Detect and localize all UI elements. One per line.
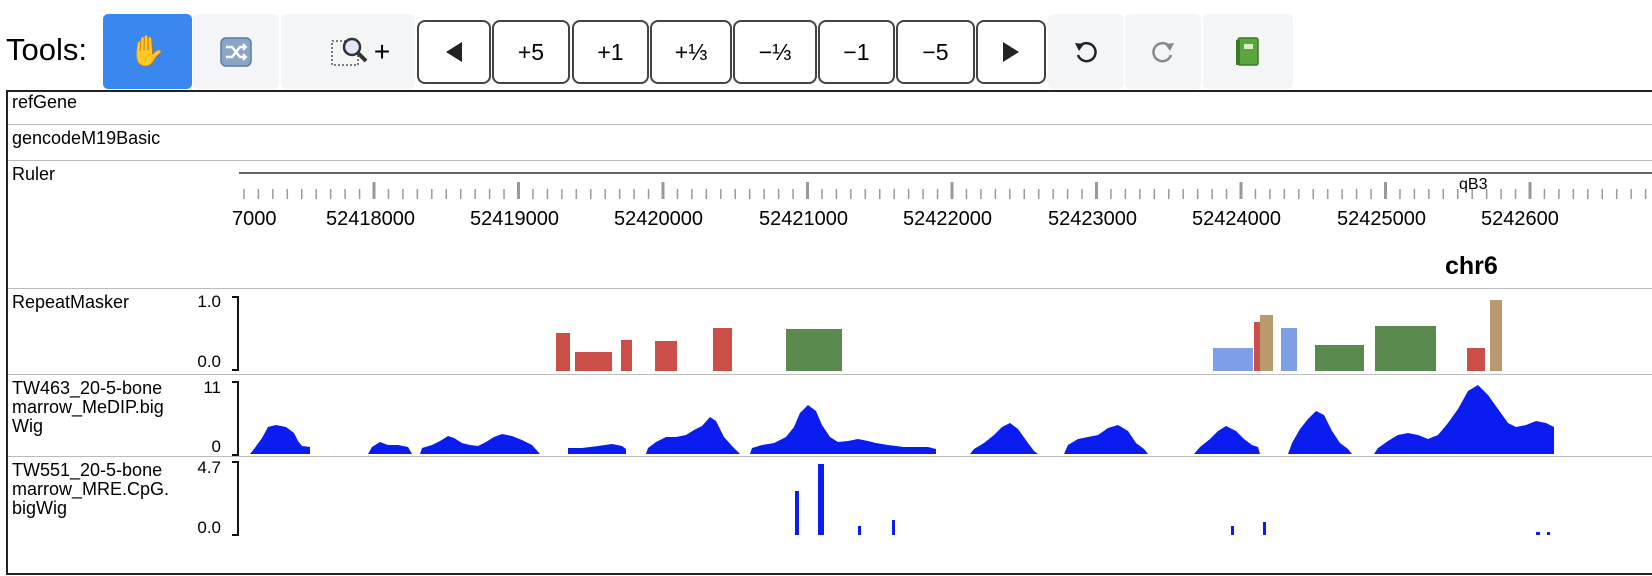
ruler-tick-label: 52419000 [470, 208, 559, 230]
undo-button[interactable] [1048, 14, 1124, 89]
track-name-repeatmasker[interactable]: RepeatMasker [12, 292, 129, 312]
right-arrow-icon [1003, 42, 1019, 62]
ruler-tick-label: 52424000 [1192, 208, 1281, 230]
redo-icon [1152, 41, 1174, 62]
ruler-tick-label: 5242600 [1481, 208, 1559, 230]
track-divider [8, 124, 1652, 125]
track-name-tw551-line2[interactable]: marrow_MRE.CpG. [12, 479, 169, 499]
repeat-element [713, 328, 732, 371]
mre-signal-bar [1263, 522, 1266, 535]
scale-max-label: 4.7 [197, 458, 221, 477]
scale-min-label: 0 [211, 437, 221, 456]
scale-bracket [232, 296, 239, 371]
mre-signal-bar [1547, 532, 1550, 535]
left-arrow-icon [446, 42, 462, 62]
cytoband-label: qB3 [1459, 176, 1488, 193]
repeat-element [556, 333, 570, 371]
repeat-element [575, 352, 612, 371]
track-name-gencode[interactable]: gencodeM19Basic [12, 128, 160, 148]
track-divider [8, 160, 1652, 161]
repeat-element [1260, 315, 1273, 371]
chromosome-label: chr6 [1445, 252, 1498, 280]
tools-label: Tools: [6, 32, 87, 67]
repeat-element [1467, 348, 1485, 371]
mre-signal-bar [1536, 532, 1540, 535]
ruler-tick-label: 52420000 [614, 208, 703, 230]
repeat-element [1375, 326, 1436, 371]
zoom-region-icon [331, 37, 368, 66]
pan-left-button[interactable] [417, 20, 491, 84]
zoom-in-5-button[interactable]: +5 [492, 20, 570, 84]
repeat-element [1315, 345, 1364, 371]
track-name-tw463-line2[interactable]: marrow_MeDIP.big [12, 397, 164, 417]
ruler-tick-label: 52421000 [759, 208, 848, 230]
undo-icon [1075, 41, 1097, 62]
zoom-plus-label: + [373, 35, 391, 67]
repeat-element [1281, 328, 1297, 371]
track-name-tw463-line1[interactable]: TW463_20-5-bone [12, 378, 162, 398]
repeat-element [786, 329, 842, 371]
history-button[interactable] [1203, 14, 1293, 89]
mre-signal-bar [892, 520, 895, 535]
book-icon [1236, 36, 1259, 66]
track-divider [8, 374, 1652, 375]
reorder-tool-button[interactable] [193, 14, 279, 89]
redo-button[interactable] [1125, 14, 1201, 89]
track-divider [8, 456, 1652, 457]
track-divider [8, 288, 1652, 289]
mre-signal-bar [795, 491, 799, 535]
ruler-tick-label: 52423000 [1048, 208, 1137, 230]
track-name-refgene[interactable]: refGene [12, 92, 77, 112]
track-name-tw463-line3[interactable]: Wig [12, 416, 43, 436]
repeat-element [1490, 300, 1502, 371]
scale-max-label: 1.0 [197, 292, 221, 311]
mre-signal-bar [1231, 526, 1234, 535]
mre-signal-bar [818, 464, 824, 535]
scale-min-label: 0.0 [197, 352, 221, 371]
scale-max-label: 11 [203, 378, 221, 397]
zoom-in-third-button[interactable]: +⅓ [650, 20, 732, 84]
scale-min-label: 0.0 [197, 518, 221, 537]
ruler-tick-label: 52422000 [903, 208, 992, 230]
ruler-tick-label: 52425000 [1337, 208, 1426, 230]
genome-browser-panel[interactable]: refGene gencodeM19Basic Ruler 7000 52418… [6, 90, 1652, 575]
zoom-out-1-button[interactable]: −1 [818, 20, 895, 84]
mre-signal-bar [858, 526, 861, 535]
scale-bracket [232, 381, 239, 456]
ruler-tick-label: 7000 [232, 208, 277, 230]
repeat-element [655, 341, 677, 371]
hand-icon: ✋ [128, 35, 167, 68]
scale-bracket [232, 461, 239, 536]
repeat-element [1213, 348, 1253, 371]
track-name-tw551-line1[interactable]: TW551_20-5-bone [12, 460, 162, 480]
track-name-tw551-line3[interactable]: bigWig [12, 498, 67, 518]
zoom-in-1-button[interactable]: +1 [572, 20, 649, 84]
zoom-region-tool-button[interactable]: + [281, 14, 415, 89]
pan-right-button[interactable] [976, 20, 1046, 84]
zoom-out-5-button[interactable]: −5 [896, 20, 975, 84]
ruler-tick-label: 52418000 [326, 208, 415, 230]
medip-signal-plot [250, 385, 1554, 454]
repeat-element [621, 340, 632, 371]
zoom-out-third-button[interactable]: −⅓ [733, 20, 817, 84]
drag-tool-button[interactable]: ✋ [103, 14, 192, 89]
shuffle-icon [220, 36, 252, 67]
toolbar: Tools: ✋ + +5 +1 +⅓ −⅓ −1 −5 [0, 14, 1652, 90]
